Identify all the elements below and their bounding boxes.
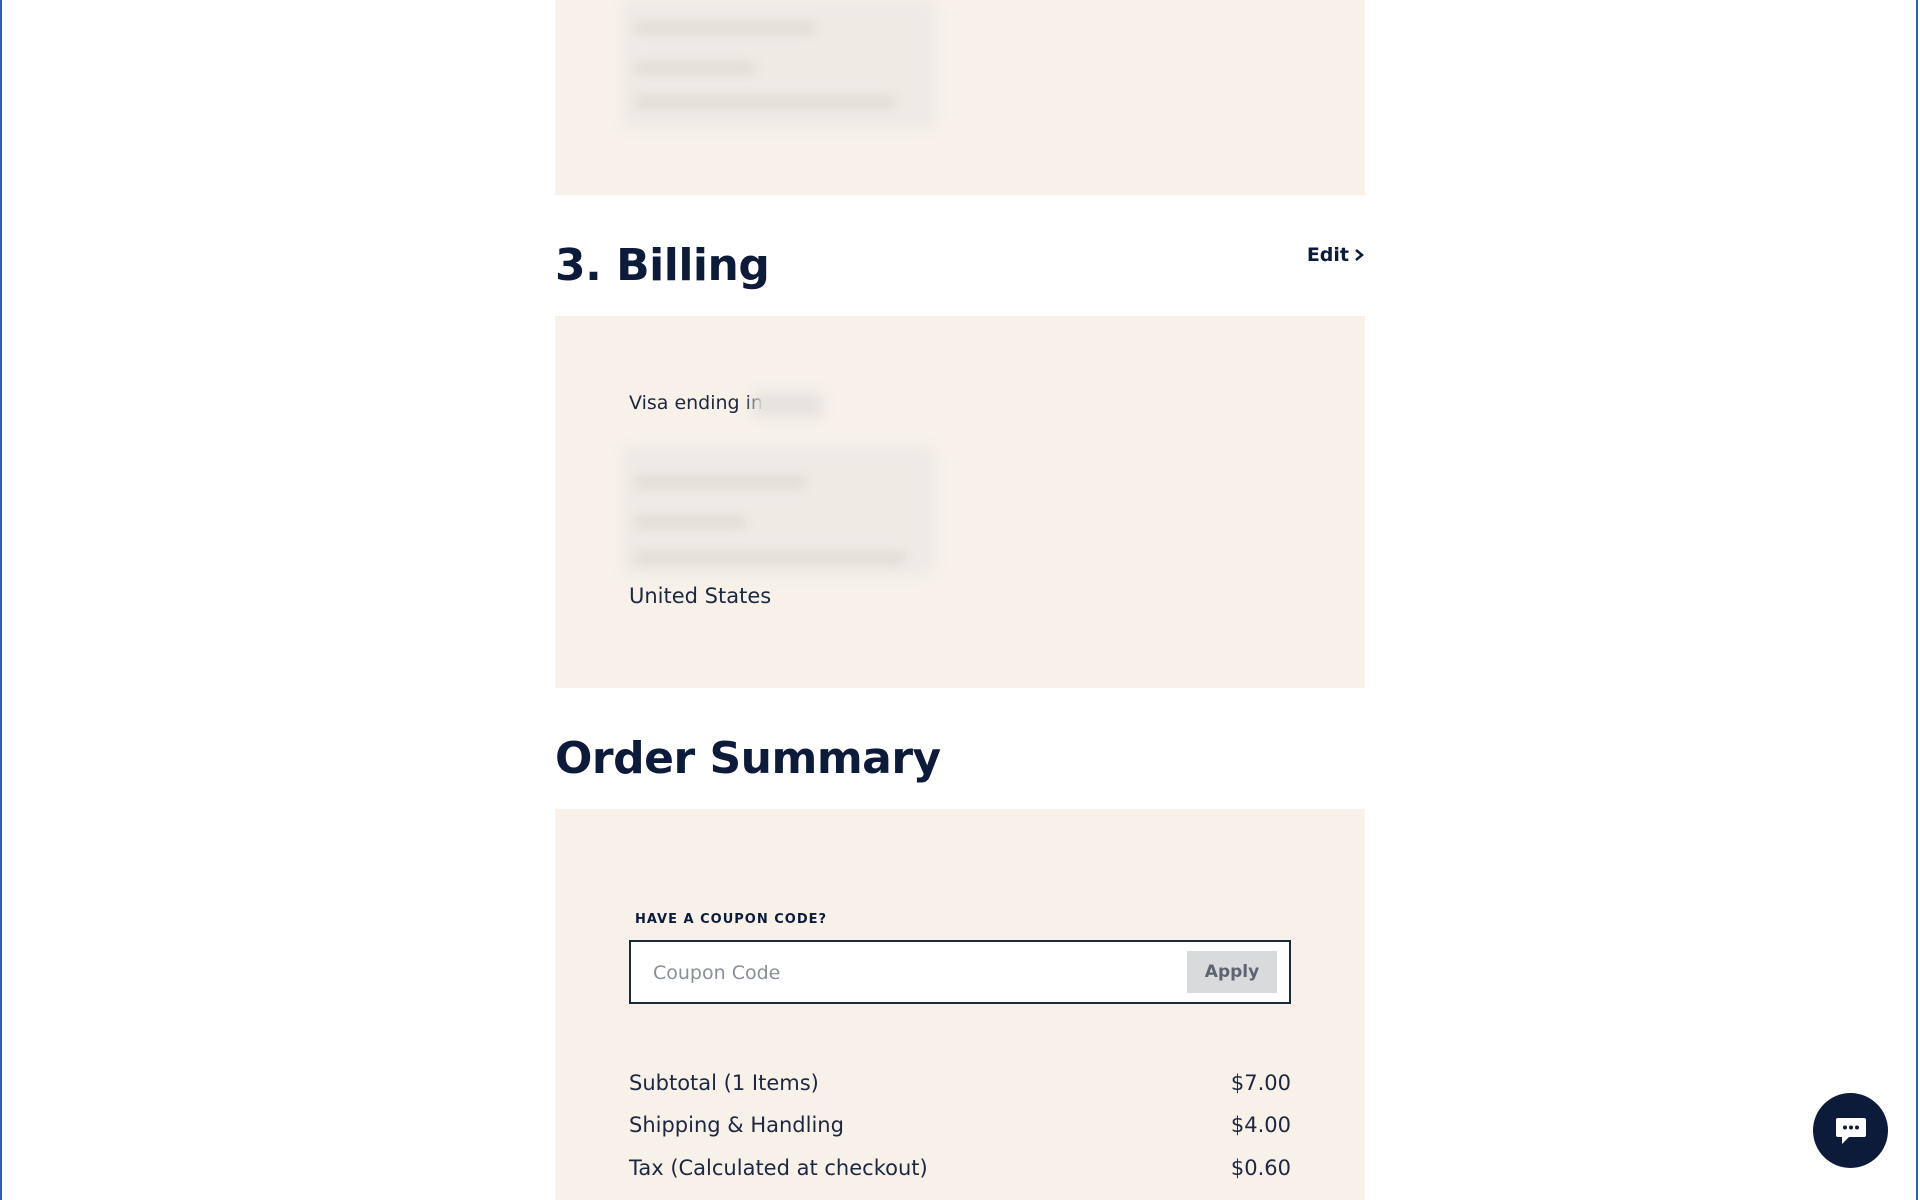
chat-button[interactable] xyxy=(1813,1093,1888,1168)
redacted-line xyxy=(635,552,905,564)
redacted-line xyxy=(635,62,755,74)
apply-coupon-button[interactable]: Apply xyxy=(1187,951,1277,993)
summary-label: Tax (Calculated at checkout) xyxy=(629,1156,928,1180)
billing-edit-link[interactable]: Edit xyxy=(1307,244,1365,266)
summary-value: $4.00 xyxy=(1230,1113,1291,1137)
redacted-card-digits xyxy=(753,392,823,418)
coupon-label: HAVE A COUPON CODE? xyxy=(635,912,828,927)
redacted-line xyxy=(635,96,895,108)
summary-row-tax: Tax (Calculated at checkout) $0.60 xyxy=(629,1156,1291,1180)
billing-panel: Visa ending in United States xyxy=(555,316,1365,688)
summary-value: $0.60 xyxy=(1230,1156,1291,1180)
redacted-line xyxy=(635,22,815,34)
redacted-line xyxy=(635,476,805,488)
chat-bubble-icon xyxy=(1835,1117,1866,1144)
shipping-panel xyxy=(555,0,1365,195)
billing-country: United States xyxy=(629,584,772,608)
redacted-line xyxy=(635,516,745,528)
card-text: Visa ending in xyxy=(629,392,763,414)
edit-label: Edit xyxy=(1306,244,1349,266)
chevron-right-icon xyxy=(1355,249,1364,261)
order-summary-title: Order Summary xyxy=(555,733,941,784)
order-summary-panel xyxy=(555,809,1365,1200)
summary-row-subtotal: Subtotal (1 Items) $7.00 xyxy=(629,1071,1291,1095)
summary-row-shipping: Shipping & Handling $4.00 xyxy=(629,1113,1291,1137)
summary-label: Shipping & Handling xyxy=(629,1113,844,1137)
coupon-code-input[interactable] xyxy=(651,942,1175,1004)
coupon-field: Apply xyxy=(629,940,1291,1004)
billing-title: 3. Billing xyxy=(555,240,770,291)
summary-label: Subtotal (1 Items) xyxy=(629,1071,819,1095)
summary-value: $7.00 xyxy=(1230,1071,1291,1095)
